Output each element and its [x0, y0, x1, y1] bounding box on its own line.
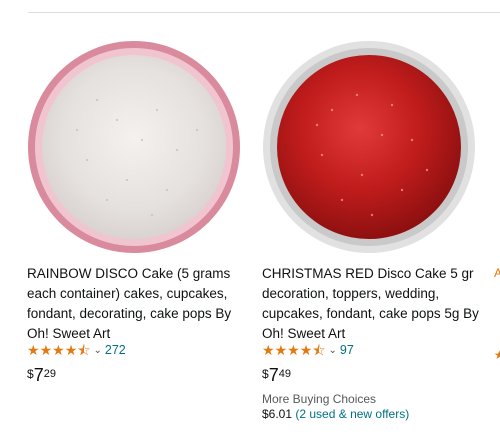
product-title-link[interactable]: CHRISTMAS RED Disco Cake 5 gr decoration…	[262, 264, 487, 344]
star-rating-icon[interactable]: ★ ★ ★ ★ ⯪	[262, 342, 326, 358]
price-symbol: $	[27, 367, 34, 381]
review-count-link[interactable]: 97	[340, 343, 354, 357]
product-title-link[interactable]: RAINBOW DISCO Cake (5 grams each contain…	[27, 264, 252, 344]
price-whole: 7	[268, 365, 279, 385]
price-whole: 7	[33, 365, 44, 385]
divider-line	[28, 12, 500, 13]
price-fraction: 29	[43, 368, 56, 380]
price-fraction: 49	[278, 368, 291, 380]
chevron-down-icon[interactable]: ⌄	[94, 345, 102, 356]
rating-row[interactable]: ★ ★ ★ ★ ⯪ ⌄ 272	[27, 342, 126, 358]
offers-link[interactable]: (2 used & new offers)	[295, 407, 409, 421]
glitter-jar-pink-image	[28, 41, 240, 253]
product-card-christmas-red[interactable]: CHRISTMAS RED Disco Cake 5 gr decoration…	[262, 40, 492, 421]
review-count-link[interactable]: 272	[105, 343, 126, 357]
offers-row: $6.01 (2 used & new offers)	[262, 407, 409, 421]
product-image[interactable]	[27, 40, 242, 255]
product-card-rainbow-disco[interactable]: RAINBOW DISCO Cake (5 grams each contain…	[27, 40, 257, 385]
next-card-star-edge: ★	[494, 348, 500, 362]
glitter-jar-red-image	[263, 41, 475, 253]
offer-price: $6.01	[262, 407, 293, 421]
star-rating-icon[interactable]: ★ ★ ★ ★ ⯪	[27, 342, 91, 358]
product-price[interactable]: $ 7 49	[262, 365, 291, 385]
price-symbol: $	[262, 367, 269, 381]
next-card-edge: A	[494, 266, 500, 280]
product-price[interactable]: $ 7 29	[27, 365, 56, 385]
more-buying-choices-label: More Buying Choices	[262, 392, 377, 406]
chevron-down-icon[interactable]: ⌄	[329, 345, 337, 356]
rating-row[interactable]: ★ ★ ★ ★ ⯪ ⌄ 97	[262, 342, 354, 358]
product-image[interactable]	[262, 40, 477, 255]
